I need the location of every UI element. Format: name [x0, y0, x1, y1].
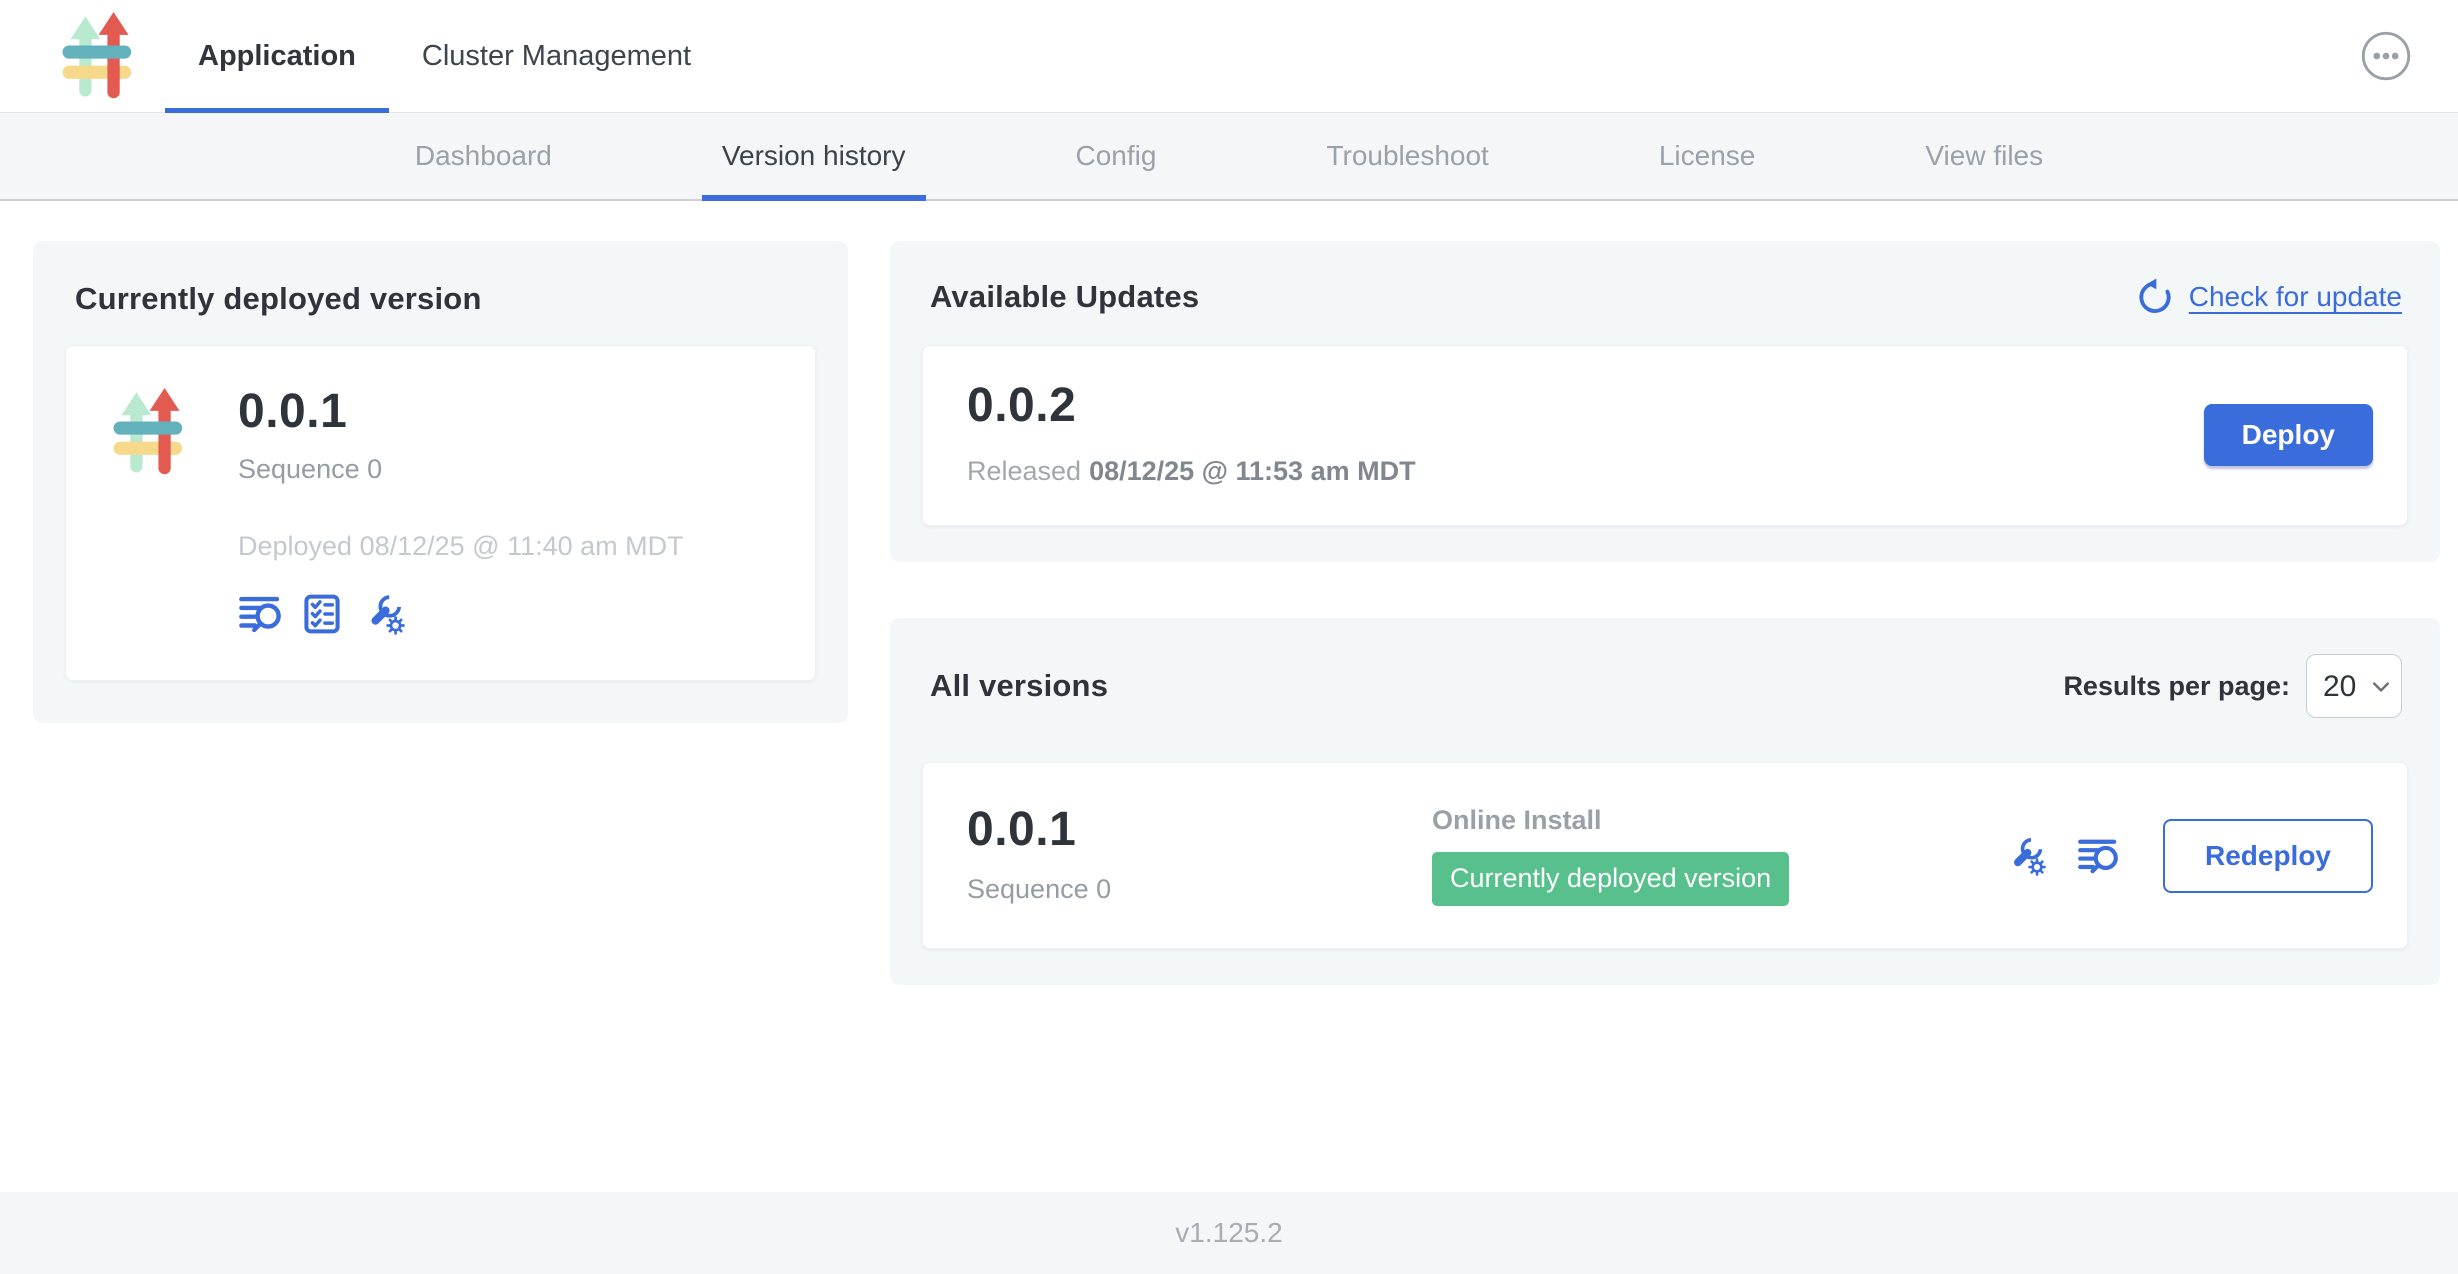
- version-row-status: Online Install Currently deployed versio…: [1432, 805, 2005, 906]
- results-per-page: Results per page: 20: [2063, 654, 2402, 718]
- view-logs-icon: [2077, 835, 2119, 877]
- currently-deployed-title: Currently deployed version: [75, 281, 816, 317]
- results-per-page-select[interactable]: 20: [2306, 654, 2402, 718]
- ellipsis-menu-icon: [2360, 30, 2412, 82]
- main-content: Currently deployed version 0.0.1 Sequenc…: [0, 201, 2458, 1192]
- deploy-button[interactable]: Deploy: [2204, 404, 2373, 466]
- app-footer: v1.125.2: [0, 1192, 2458, 1274]
- subnav-item-config[interactable]: Config: [1056, 113, 1177, 199]
- deployed-version-details: 0.0.1 Sequence 0 Deployed 08/12/25 @ 11:…: [238, 388, 684, 636]
- version-row: 0.0.1 Sequence 0 Online Install Currentl…: [922, 762, 2408, 949]
- update-version-number: 0.0.2: [967, 382, 1416, 430]
- deployed-version-actions: [238, 592, 684, 636]
- top-navbar: Application Cluster Management: [0, 0, 2458, 113]
- view-logs-button[interactable]: [2077, 835, 2119, 877]
- available-updates-card: Available Updates Check for update 0.0.2…: [890, 241, 2440, 562]
- deployed-version-date: Deployed 08/12/25 @ 11:40 am MDT: [238, 531, 684, 562]
- view-logs-button[interactable]: [238, 592, 282, 636]
- results-per-page-label: Results per page:: [2063, 671, 2290, 702]
- all-versions-header: All versions Results per page: 20: [922, 650, 2408, 718]
- view-logs-icon: [238, 592, 282, 636]
- install-type-label: Online Install: [1432, 805, 2005, 836]
- subnav-label: View files: [1925, 140, 2043, 172]
- deployed-version-sequence: Sequence 0: [238, 454, 684, 485]
- check-for-update-label: Check for update: [2189, 281, 2402, 313]
- topnav-tab-cluster-management[interactable]: Cluster Management: [389, 0, 724, 112]
- topnav-tab-label: Cluster Management: [422, 40, 691, 73]
- subnav-item-license[interactable]: License: [1639, 113, 1776, 199]
- refresh-icon: [2135, 277, 2175, 317]
- preflight-checks-icon: [300, 592, 344, 636]
- app-logo-icon: [106, 388, 202, 476]
- app-logo: [55, 0, 151, 112]
- available-update-row: 0.0.2 Released 08/12/25 @ 11:53 am MDT De…: [922, 345, 2408, 526]
- results-per-page-select-wrap: 20: [2306, 654, 2402, 718]
- edit-config-icon: [2005, 835, 2047, 877]
- app-logo-icon: [55, 12, 151, 100]
- subnav-item-troubleshoot[interactable]: Troubleshoot: [1306, 113, 1508, 199]
- subnav-label: Version history: [722, 140, 906, 172]
- all-versions-card: All versions Results per page: 20 0: [890, 618, 2440, 985]
- deployed-version-number: 0.0.1: [238, 388, 684, 436]
- app-subnav: Dashboard Version history Config Trouble…: [0, 113, 2458, 201]
- all-versions-title: All versions: [930, 668, 1108, 704]
- subnav-label: Config: [1076, 140, 1157, 172]
- subnav-label: Dashboard: [415, 140, 552, 172]
- subnav-item-view-files[interactable]: View files: [1905, 113, 2063, 199]
- edit-config-icon: [362, 592, 406, 636]
- version-row-details: 0.0.1 Sequence 0: [967, 806, 1432, 905]
- deployed-version-panel: 0.0.1 Sequence 0 Deployed 08/12/25 @ 11:…: [65, 345, 816, 681]
- currently-deployed-card: Currently deployed version 0.0.1 Sequenc…: [33, 241, 848, 723]
- released-date: 08/12/25 @ 11:53 am MDT: [1089, 456, 1416, 486]
- redeploy-button[interactable]: Redeploy: [2163, 819, 2373, 893]
- edit-config-button[interactable]: [2005, 835, 2047, 877]
- topnav-tab-label: Application: [198, 40, 356, 73]
- available-updates-header: Available Updates Check for update: [922, 273, 2408, 317]
- preflight-checks-button[interactable]: [300, 592, 344, 636]
- version-row-sequence: Sequence 0: [967, 874, 1432, 905]
- subnav-item-dashboard[interactable]: Dashboard: [395, 113, 572, 199]
- update-details: 0.0.2 Released 08/12/25 @ 11:53 am MDT: [967, 382, 1416, 487]
- version-row-number: 0.0.1: [967, 806, 1432, 854]
- available-updates-title: Available Updates: [930, 279, 1199, 315]
- update-released-line: Released 08/12/25 @ 11:53 am MDT: [967, 456, 1416, 487]
- topnav-tab-application[interactable]: Application: [165, 0, 389, 112]
- edit-config-button[interactable]: [362, 592, 406, 636]
- currently-deployed-badge: Currently deployed version: [1432, 852, 1789, 906]
- subnav-label: License: [1659, 140, 1756, 172]
- released-prefix: Released: [967, 456, 1081, 486]
- version-row-actions: Redeploy: [2005, 819, 2379, 893]
- subnav-label: Troubleshoot: [1326, 140, 1488, 172]
- check-for-update-link[interactable]: Check for update: [2135, 277, 2402, 317]
- subnav-item-version-history[interactable]: Version history: [702, 113, 926, 199]
- overflow-menu-button[interactable]: [2360, 30, 2412, 82]
- right-column: Available Updates Check for update 0.0.2…: [890, 241, 2440, 985]
- console-version: v1.125.2: [1175, 1217, 1282, 1249]
